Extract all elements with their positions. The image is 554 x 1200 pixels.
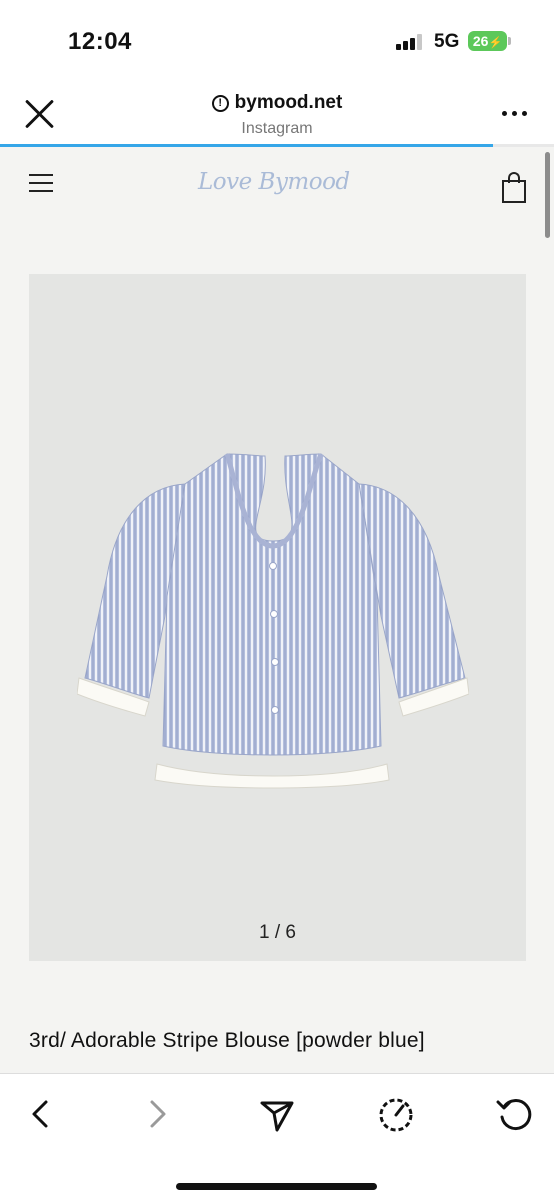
signal-icon <box>396 34 424 50</box>
network-type: 5G <box>434 31 460 52</box>
speed-icon[interactable] <box>376 1094 416 1134</box>
product-title: 3rd/ Adorable Stripe Blouse [powder blue… <box>29 1029 425 1052</box>
forward-icon[interactable] <box>138 1094 178 1134</box>
status-bar: 12:04 5G 26⚡ <box>0 0 554 84</box>
status-time: 12:04 <box>68 28 132 55</box>
striped-blouse-image <box>77 453 469 789</box>
close-icon[interactable] <box>24 98 56 130</box>
site-header: Love Bymood <box>0 147 554 247</box>
battery-icon: 26⚡ <box>468 31 507 51</box>
page-scrollbar[interactable] <box>545 152 550 238</box>
address-display[interactable]: ! bymood.net Instagram <box>150 92 404 138</box>
url-text: bymood.net <box>234 92 343 113</box>
back-icon[interactable] <box>20 1094 60 1134</box>
battery-level: 26 <box>472 33 489 49</box>
browser-toolbar: ! bymood.net Instagram <box>0 84 554 146</box>
home-indicator[interactable] <box>176 1183 377 1190</box>
browser-bottom-bar <box>0 1073 554 1200</box>
battery-tip <box>508 37 511 45</box>
image-counter: 1 / 6 <box>259 922 296 943</box>
shopping-bag-icon[interactable] <box>502 172 526 204</box>
hamburger-menu-icon[interactable] <box>29 174 53 192</box>
site-logo[interactable]: Love Bymood <box>198 169 350 195</box>
info-icon: ! <box>211 94 229 112</box>
browser-source: Instagram <box>241 120 313 137</box>
more-dots-icon[interactable] <box>502 111 528 117</box>
reload-icon[interactable] <box>494 1094 534 1134</box>
product-image-gallery[interactable]: 1 / 6 <box>29 274 526 961</box>
share-icon[interactable] <box>257 1094 297 1134</box>
